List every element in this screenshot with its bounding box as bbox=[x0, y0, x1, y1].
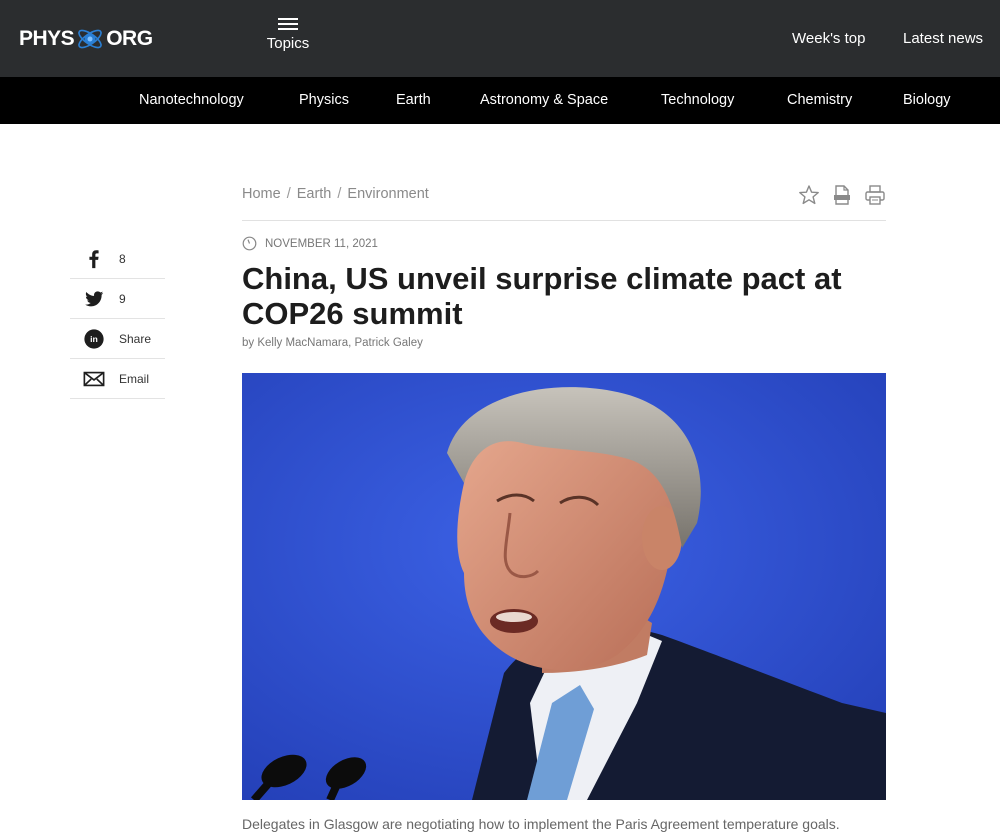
twitter-icon bbox=[82, 287, 106, 311]
article-byline: by Kelly MacNamara, Patrick Galey bbox=[242, 337, 423, 349]
facebook-icon bbox=[82, 247, 106, 271]
nav-item-nanotechnology[interactable]: Nanotechnology bbox=[139, 92, 244, 108]
site-logo[interactable]: PHYS ORG bbox=[19, 24, 153, 54]
weeks-top-link[interactable]: Week's top bbox=[792, 30, 865, 47]
linkedin-label: Share bbox=[119, 331, 152, 346]
image-caption: Delegates in Glasgow are negotiating how… bbox=[242, 816, 840, 832]
email-label: Email bbox=[119, 371, 150, 386]
nav-item-astronomy-space[interactable]: Astronomy & Space bbox=[480, 92, 608, 108]
logo-text-left: PHYS bbox=[19, 27, 75, 50]
article-image[interactable] bbox=[242, 373, 886, 800]
logo-text-right: ORG bbox=[106, 27, 153, 50]
print-icon[interactable] bbox=[864, 184, 886, 206]
breadcrumb: Home / Earth / Environment bbox=[242, 186, 429, 202]
breadcrumb-environment[interactable]: Environment bbox=[347, 186, 428, 202]
breadcrumb-divider bbox=[242, 220, 886, 221]
hamburger-icon bbox=[278, 18, 298, 30]
email-icon bbox=[82, 367, 106, 391]
article-title: China, US unveil surprise climate pact a… bbox=[242, 261, 842, 331]
category-nav: Nanotechnology Physics Earth Astronomy &… bbox=[0, 77, 1000, 124]
speaker-portrait-image bbox=[242, 373, 886, 800]
breadcrumb-home[interactable]: Home bbox=[242, 186, 281, 202]
nav-item-biology[interactable]: Biology bbox=[903, 92, 951, 108]
share-linkedin[interactable]: in Share bbox=[70, 319, 165, 359]
atom-logo-icon bbox=[78, 29, 103, 49]
breadcrumb-earth[interactable]: Earth bbox=[297, 186, 332, 202]
nav-item-chemistry[interactable]: Chemistry bbox=[787, 92, 852, 108]
breadcrumb-separator: / bbox=[286, 186, 291, 202]
article-date-text: NOVEMBER 11, 2021 bbox=[265, 237, 378, 250]
breadcrumb-separator: / bbox=[337, 186, 342, 202]
site-header: PHYS ORG Topics Week's top Latest news bbox=[0, 0, 1000, 77]
article-date: NOVEMBER 11, 2021 bbox=[242, 236, 378, 251]
clock-icon bbox=[242, 236, 257, 251]
share-twitter[interactable]: 9 bbox=[70, 279, 165, 319]
topics-label: Topics bbox=[266, 35, 310, 52]
article-tools bbox=[798, 184, 886, 206]
nav-item-technology[interactable]: Technology bbox=[661, 92, 734, 108]
star-icon[interactable] bbox=[798, 184, 820, 206]
share-email[interactable]: Email bbox=[70, 359, 165, 399]
social-share-bar: 8 9 in Share Email bbox=[70, 239, 165, 399]
topics-menu-button[interactable]: Topics bbox=[262, 16, 314, 53]
twitter-count: 9 bbox=[119, 291, 126, 306]
share-facebook[interactable]: 8 bbox=[70, 239, 165, 279]
nav-item-earth[interactable]: Earth bbox=[396, 92, 431, 108]
pdf-icon[interactable] bbox=[831, 184, 853, 206]
latest-news-link[interactable]: Latest news bbox=[903, 30, 983, 47]
linkedin-icon: in bbox=[82, 327, 106, 351]
facebook-count: 8 bbox=[119, 251, 126, 266]
nav-item-physics[interactable]: Physics bbox=[299, 92, 349, 108]
svg-text:in: in bbox=[90, 334, 98, 344]
